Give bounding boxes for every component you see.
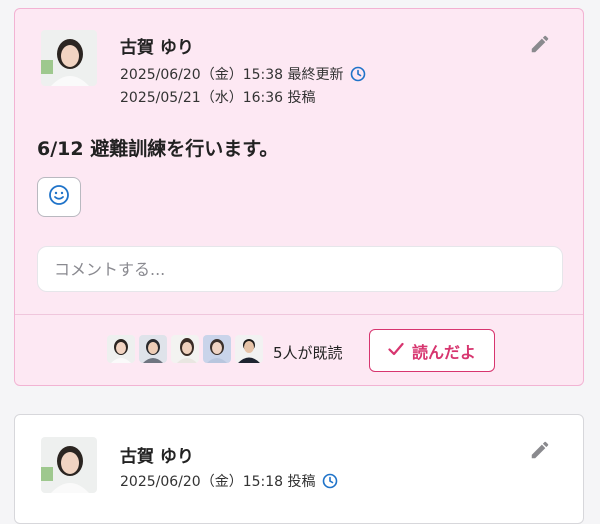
check-icon <box>388 341 404 360</box>
reaction-button[interactable] <box>37 177 81 217</box>
pencil-icon[interactable] <box>527 31 553 57</box>
updated-text: 2025/06/20（金）15:38 最終更新 <box>120 67 344 83</box>
author-avatar[interactable] <box>41 30 97 86</box>
post-body: 6/12 避難訓練を行います。 <box>37 138 279 160</box>
comment-input[interactable] <box>37 246 563 292</box>
author-avatar[interactable] <box>41 437 97 493</box>
updated-timestamp: 2025/06/20（金）15:38 最終更新 <box>120 64 366 84</box>
smiley-icon <box>48 184 70 210</box>
avatar <box>139 335 167 363</box>
pencil-icon[interactable] <box>527 437 553 463</box>
post-card: 古賀 ゆり 2025/06/20（金）15:18 投稿 <box>14 414 584 524</box>
avatar <box>171 335 199 363</box>
divider <box>15 314 583 315</box>
avatar <box>203 335 231 363</box>
clock-icon[interactable] <box>350 66 366 82</box>
mark-read-button[interactable]: 読んだよ <box>369 329 495 372</box>
read-count: 5人が既読 <box>273 344 343 362</box>
posted-timestamp: 2025/06/20（金）15:18 投稿 <box>120 471 338 491</box>
avatar <box>107 335 135 363</box>
clock-icon[interactable] <box>322 473 338 489</box>
post-card: 古賀 ゆり 2025/06/20（金）15:38 最終更新 2025/05/21… <box>14 8 584 386</box>
posted-timestamp: 2025/05/21（水）16:36 投稿 <box>120 90 316 106</box>
author-name: 古賀 ゆり <box>120 447 194 467</box>
author-name: 古賀 ゆり <box>120 38 194 58</box>
avatar <box>235 335 263 363</box>
reader-avatars[interactable] <box>107 335 263 363</box>
posted-text: 2025/06/20（金）15:18 投稿 <box>120 474 316 490</box>
mark-read-label: 読んだよ <box>411 342 476 362</box>
